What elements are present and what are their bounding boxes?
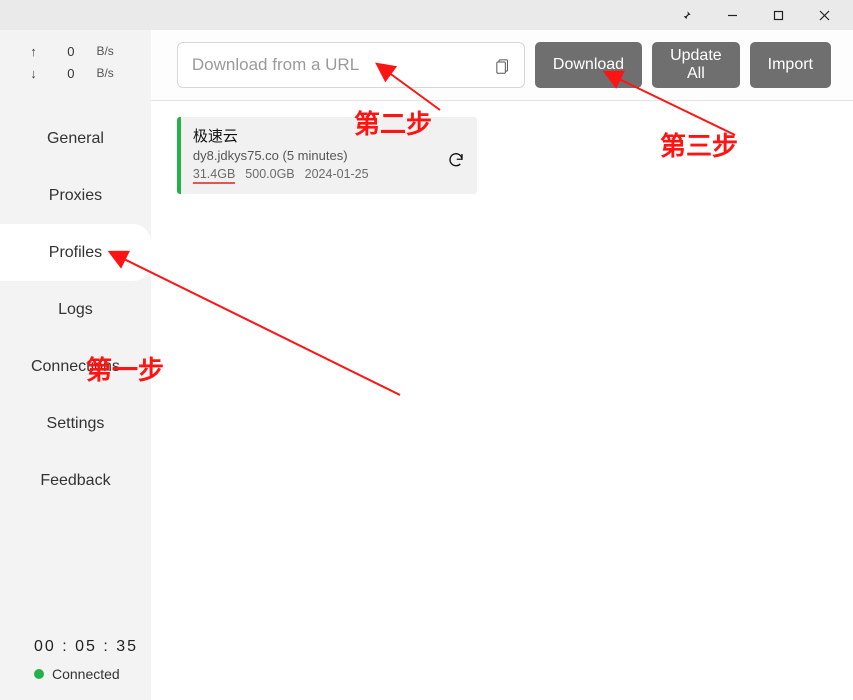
window-titlebar: [0, 0, 853, 30]
content-area: 极速云 dy8.jdkys75.co (5 minutes) 31.4GB 50…: [151, 101, 853, 700]
status-dot-icon: [34, 669, 44, 679]
sidebar: ↑ 0 B/s ↓ 0 B/s General Proxies Profiles…: [0, 30, 151, 700]
pin-button[interactable]: [663, 0, 709, 30]
maximize-button[interactable]: [755, 0, 801, 30]
download-arrow-icon: ↓: [28, 66, 38, 81]
minimize-button[interactable]: [709, 0, 755, 30]
url-input[interactable]: [192, 55, 492, 75]
close-button[interactable]: [801, 0, 847, 30]
profile-card[interactable]: 极速云 dy8.jdkys75.co (5 minutes) 31.4GB 50…: [177, 117, 477, 194]
url-input-wrap[interactable]: [177, 42, 525, 88]
upload-speed-unit: B/s: [96, 44, 122, 58]
upload-arrow-icon: ↑: [28, 44, 38, 59]
toolbar: Download Update All Import: [151, 30, 853, 101]
speed-indicator: ↑ 0 B/s ↓ 0 B/s: [0, 30, 151, 92]
update-all-button[interactable]: Update All: [652, 42, 740, 88]
connection-timer: 00 : 05 : 35: [34, 638, 151, 656]
sidebar-nav: General Proxies Profiles Logs Connection…: [0, 110, 151, 509]
download-speed-unit: B/s: [96, 66, 122, 80]
sidebar-item-proxies[interactable]: Proxies: [0, 167, 151, 224]
profile-used: 31.4GB: [193, 167, 235, 184]
download-speed-value: 0: [60, 66, 74, 81]
sidebar-item-general[interactable]: General: [0, 110, 151, 167]
connection-status: Connected: [34, 666, 151, 682]
main-panel: Download Update All Import 极速云 dy8.jdkys…: [151, 30, 853, 700]
import-button[interactable]: Import: [750, 42, 831, 88]
sidebar-item-settings[interactable]: Settings: [0, 395, 151, 452]
paste-icon[interactable]: [492, 54, 514, 76]
profile-title: 极速云: [193, 125, 465, 146]
profile-subtitle: dy8.jdkys75.co (5 minutes): [193, 148, 465, 163]
sidebar-item-profiles[interactable]: Profiles: [0, 224, 151, 281]
profile-total: 500.0GB: [245, 167, 294, 184]
upload-speed-value: 0: [60, 44, 74, 59]
profile-date: 2024-01-25: [305, 167, 369, 184]
sidebar-item-connections[interactable]: Connections: [0, 338, 151, 395]
connection-status-label: Connected: [52, 666, 120, 682]
sidebar-item-feedback[interactable]: Feedback: [0, 452, 151, 509]
download-button[interactable]: Download: [535, 42, 642, 88]
refresh-icon[interactable]: [447, 151, 465, 169]
sidebar-item-logs[interactable]: Logs: [0, 281, 151, 338]
